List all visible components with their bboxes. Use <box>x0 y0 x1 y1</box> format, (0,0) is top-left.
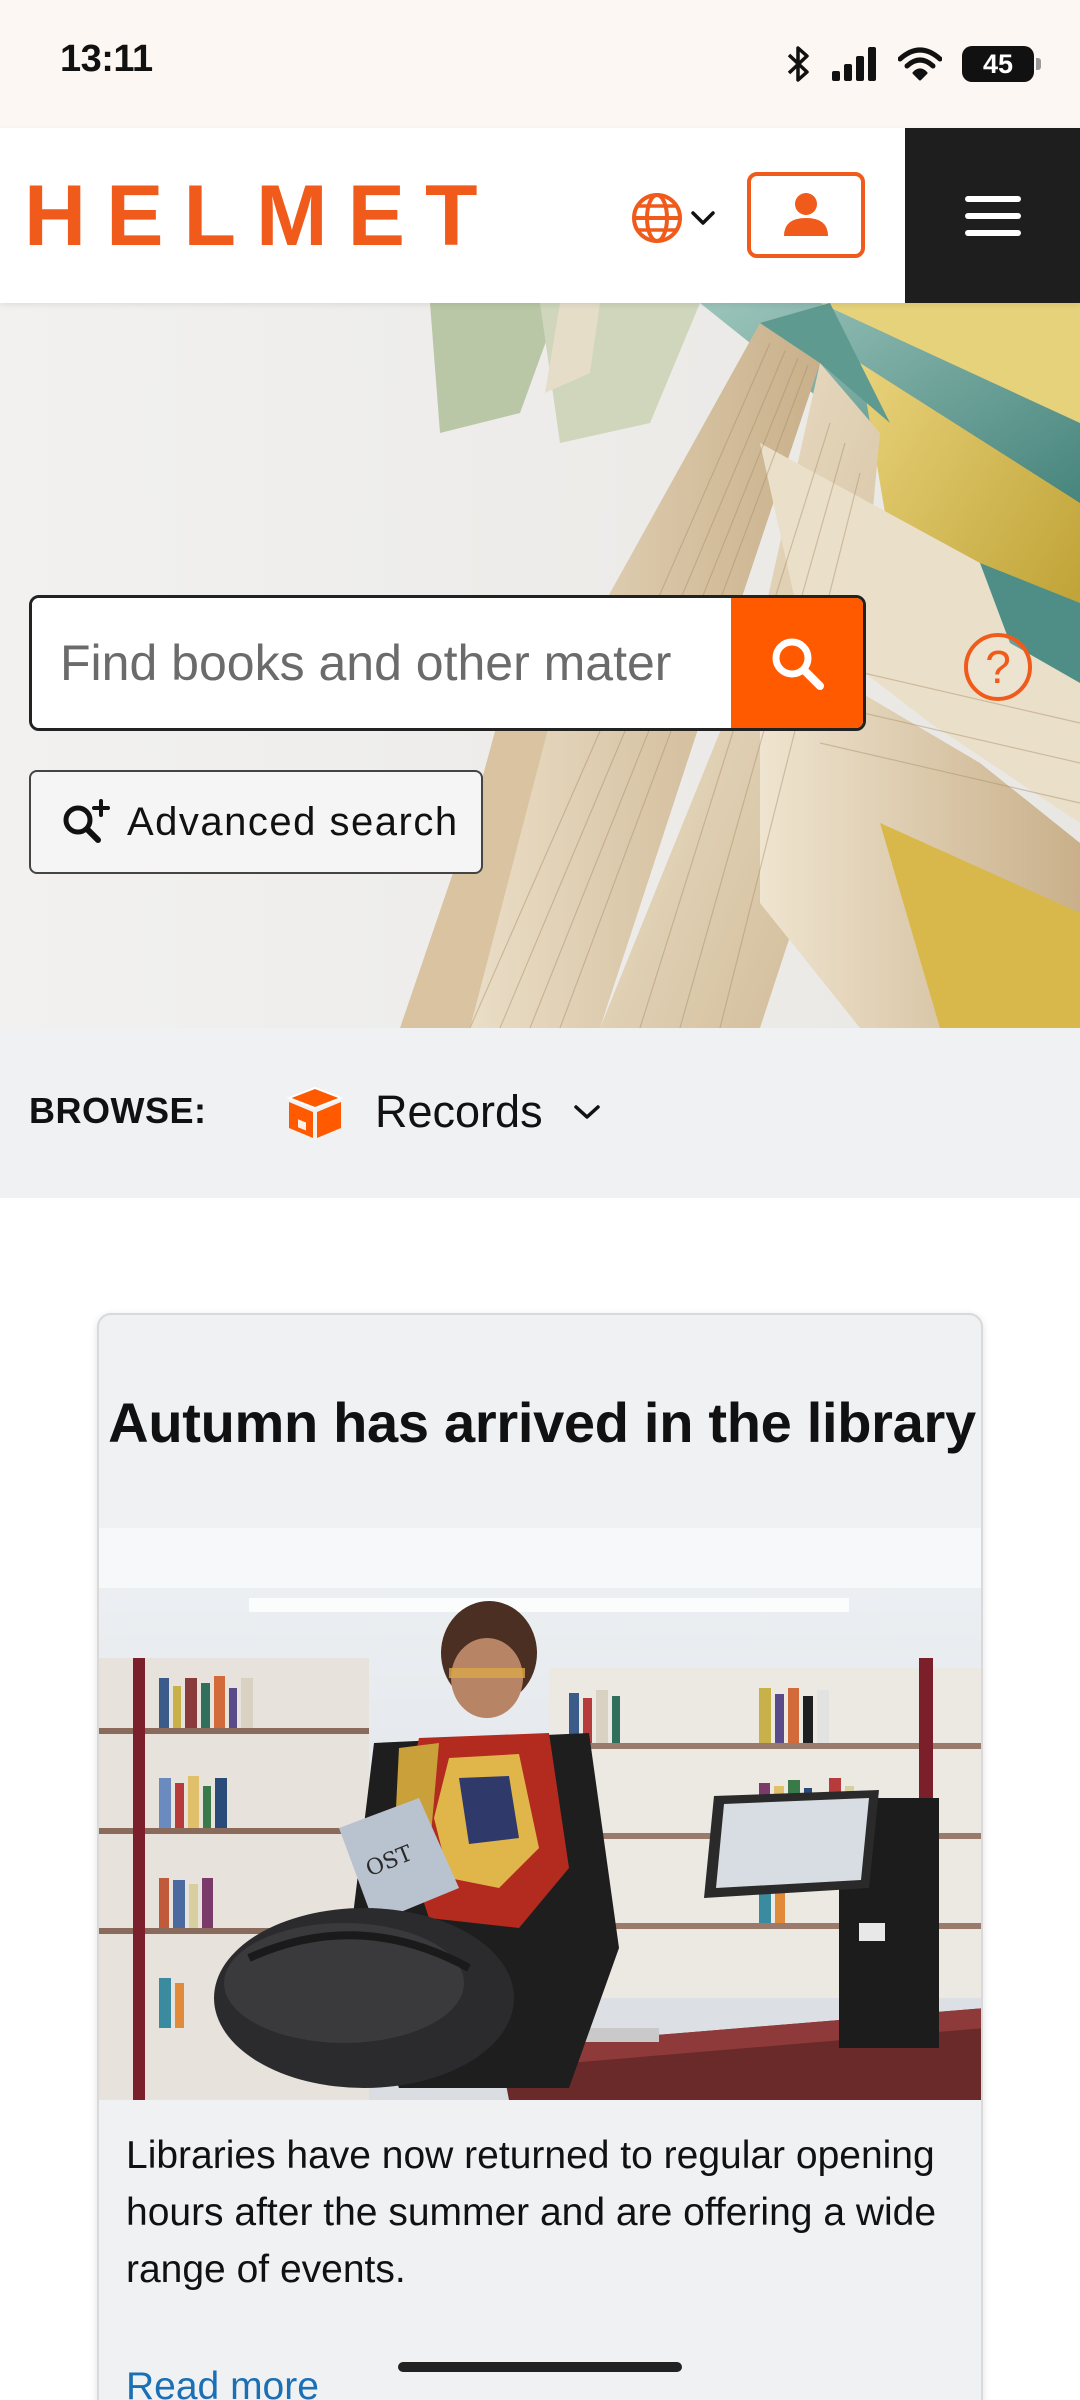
wifi-icon <box>898 47 942 81</box>
browse-selected-value: Records <box>375 1086 543 1137</box>
search-input[interactable] <box>32 598 731 728</box>
advanced-search-button[interactable]: Advanced search <box>29 770 483 874</box>
menu-line <box>964 212 1021 219</box>
search-icon <box>772 638 824 690</box>
card-image: OST <box>99 1528 981 2100</box>
library-photo: OST <box>99 1528 981 2100</box>
battery-level: 45 <box>982 48 1014 79</box>
site-header: HELMET <box>0 128 1080 303</box>
box-icon <box>286 1086 344 1138</box>
menu-line <box>964 195 1021 202</box>
search-box <box>29 595 866 731</box>
status-icons: 45 <box>786 42 1041 86</box>
browse-category-select[interactable]: Records <box>285 1072 601 1152</box>
help-circle-icon[interactable]: ? <box>964 633 1032 701</box>
card-title: Autumn has arrived in the library <box>108 1391 976 1454</box>
search-plus-icon <box>63 799 110 843</box>
user-account-button[interactable] <box>747 172 865 258</box>
language-selector[interactable] <box>630 188 726 248</box>
chevron-down-icon <box>691 211 715 225</box>
signal-icon <box>832 47 876 81</box>
browse-bar: BROWSE: Records <box>0 1028 1080 1198</box>
bluetooth-icon <box>787 46 809 82</box>
battery-icon: 45 <box>962 46 1041 82</box>
read-more-link[interactable]: Read more <box>126 2365 319 2400</box>
browse-label: BROWSE: <box>29 1090 207 1131</box>
hero-banner: ? Advanced search <box>0 303 1080 1028</box>
search-button[interactable] <box>731 598 863 728</box>
status-time: 13:11 <box>60 38 153 80</box>
globe-icon <box>632 193 682 243</box>
chevron-down-icon <box>573 1105 600 1119</box>
news-card: Autumn has arrived in the library OST Li… <box>97 1313 983 2400</box>
menu-line <box>964 229 1021 236</box>
helmet-logo[interactable]: HELMET <box>24 172 498 260</box>
card-description: Libraries have now returned to regular o… <box>126 2134 937 2291</box>
advanced-search-label: Advanced search <box>127 799 459 844</box>
home-indicator[interactable] <box>398 2362 682 2372</box>
user-icon <box>784 193 828 236</box>
status-bar: 13:11 45 <box>0 0 1080 128</box>
hamburger-menu-icon[interactable] <box>905 128 1080 303</box>
